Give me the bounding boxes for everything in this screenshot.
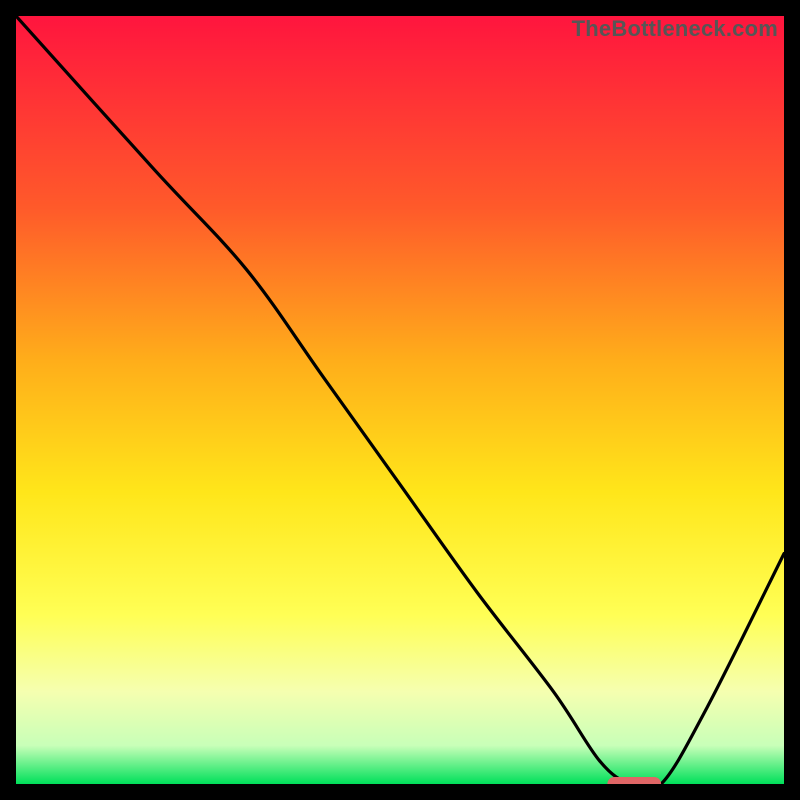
gradient-background (16, 16, 784, 784)
chart-frame: TheBottleneck.com (0, 0, 800, 800)
chart-svg (16, 16, 784, 784)
optimal-marker (607, 777, 661, 784)
watermark-text: TheBottleneck.com (572, 16, 778, 42)
plot-area: TheBottleneck.com (16, 16, 784, 784)
